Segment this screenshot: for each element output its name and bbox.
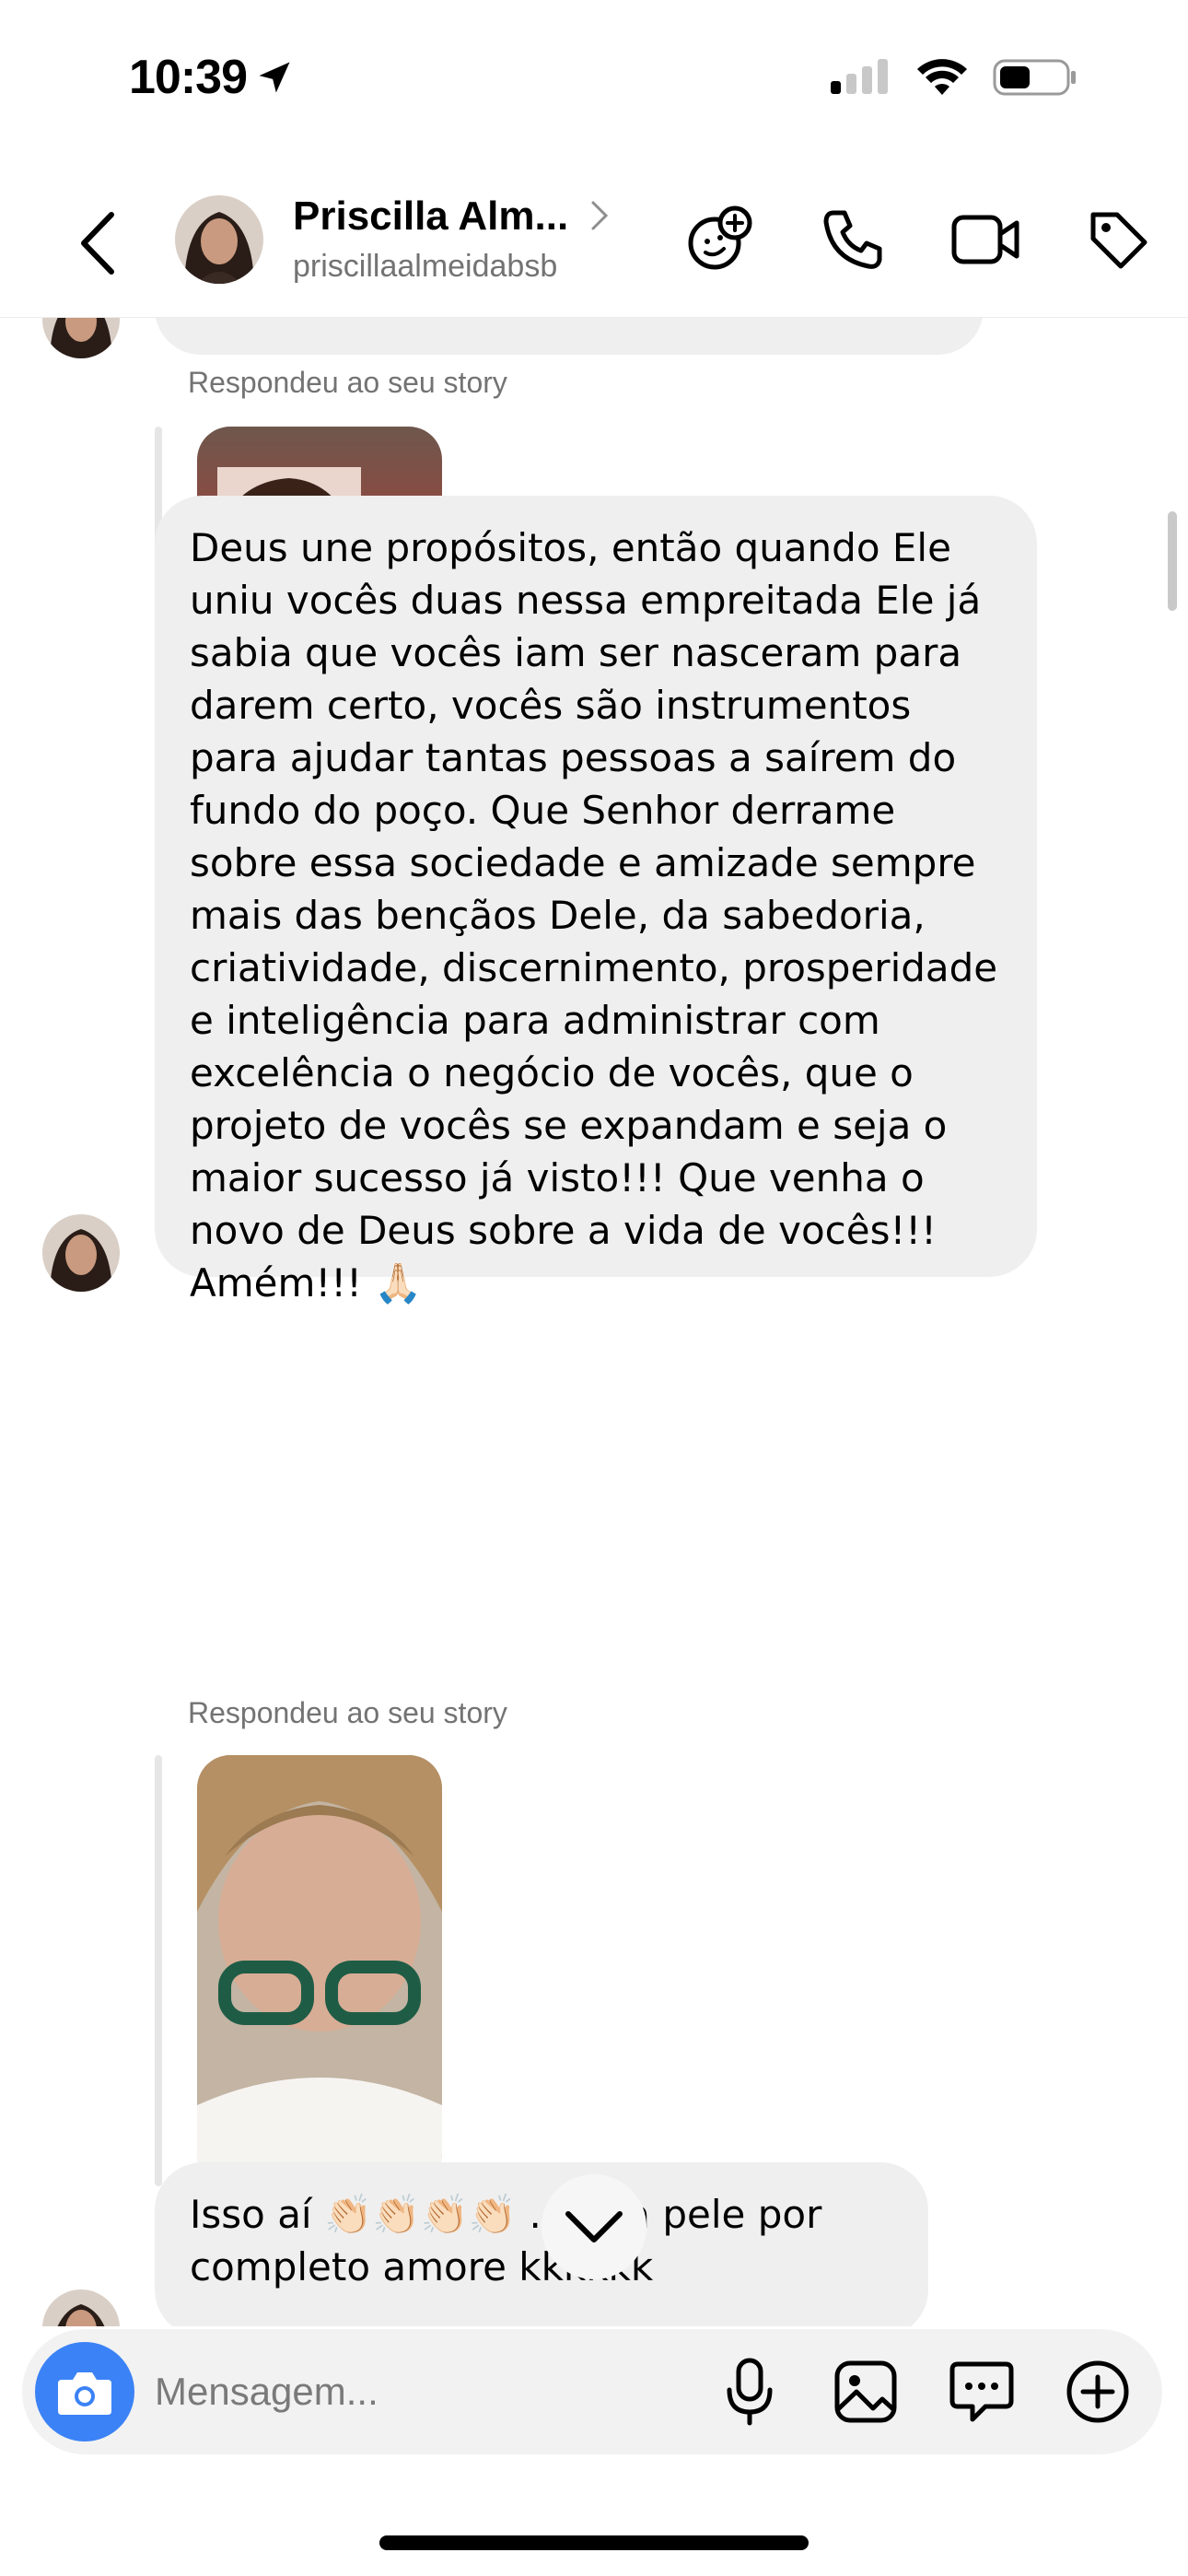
camera-icon [58, 2372, 111, 2415]
back-button[interactable] [70, 206, 125, 280]
gallery-icon[interactable] [829, 2355, 903, 2429]
status-bar: 10:39 [0, 0, 1188, 166]
story-thumbnail[interactable] [197, 1755, 442, 2186]
message-input[interactable] [155, 2329, 670, 2454]
scroll-to-bottom-button[interactable] [542, 2174, 646, 2279]
contact-name[interactable]: Priscilla Alm... [293, 193, 568, 240]
clock-text: 10:39 [129, 51, 248, 104]
camera-button[interactable] [35, 2342, 134, 2441]
message-text: Deus une propósitos, então quando Ele un… [190, 525, 998, 1306]
sticker-add-icon[interactable] [683, 203, 757, 276]
wifi-icon [917, 59, 967, 95]
chat-header: Priscilla Alm... priscillaalmeidabsb [0, 166, 1188, 318]
message-composer [22, 2329, 1162, 2454]
chevron-right-icon[interactable] [589, 199, 610, 240]
scrollbar[interactable] [1168, 511, 1177, 611]
battery-icon [993, 59, 1076, 96]
microphone-icon[interactable] [713, 2355, 786, 2429]
story-reply-label: Respondeu ao seu story [188, 1696, 507, 1729]
status-indicators [831, 57, 1077, 98]
location-arrow-icon [259, 62, 290, 93]
chat-sticker-icon[interactable] [945, 2355, 1019, 2429]
contact-username[interactable]: priscillaalmeidabsb [293, 249, 557, 285]
sender-avatar[interactable] [42, 2289, 120, 2326]
story-reply-label: Respondeu ao seu story [188, 366, 507, 399]
cellular-signal-icon [831, 59, 888, 94]
status-time: 10:39 [129, 50, 295, 105]
message-list[interactable]: Respondeu ao seu story Deus une propósit… [0, 318, 1188, 2326]
plus-icon[interactable] [1061, 2355, 1135, 2429]
message-bubble[interactable]: Isso aí 👏🏻👏🏻👏🏻👏🏻 ...a da pele por comple… [155, 2162, 928, 2326]
contact-avatar[interactable] [175, 195, 263, 284]
tag-icon[interactable] [1081, 203, 1155, 276]
reply-quote-bar [155, 1755, 162, 2186]
message-bubble[interactable] [155, 318, 984, 355]
chevron-down-icon [565, 2211, 623, 2242]
video-camera-icon[interactable] [949, 203, 1022, 276]
message-text: Isso aí 👏🏻👏🏻👏🏻👏🏻 ...a da pele por comple… [190, 2192, 822, 2289]
sender-avatar[interactable] [42, 1214, 120, 1292]
message-bubble[interactable]: Deus une propósitos, então quando Ele un… [155, 496, 1037, 1306]
home-indicator[interactable] [379, 2535, 809, 2550]
header-actions [683, 203, 1155, 276]
composer-actions [713, 2355, 1135, 2429]
chevron-left-icon [81, 212, 114, 275]
sender-avatar[interactable] [42, 318, 120, 358]
phone-icon[interactable] [816, 203, 890, 276]
